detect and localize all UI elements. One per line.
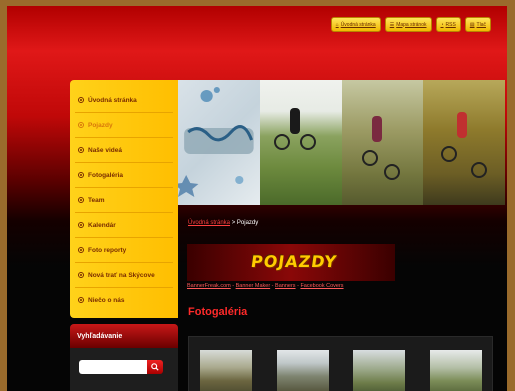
sidebar-item-photo-reports[interactable]: Foto reporty: [75, 238, 173, 263]
bullet-icon: [78, 147, 84, 153]
link-banners[interactable]: Banners: [275, 283, 296, 289]
sidebar-item-about[interactable]: Niečo o nás: [75, 288, 173, 312]
bullet-icon: [78, 172, 84, 178]
sidebar-item-label: Pojazdy: [88, 121, 113, 129]
sidebar-item-label: Team: [88, 196, 105, 204]
top-nav-rss[interactable]: ◔ RSS: [435, 17, 461, 32]
search-input[interactable]: [79, 360, 147, 374]
photo-gallery: [188, 336, 493, 391]
bullet-icon: [78, 97, 84, 103]
breadcrumb-home-link[interactable]: Úvodná stránka: [188, 220, 230, 226]
sidebar-item-videos[interactable]: Naše videá: [75, 138, 173, 163]
top-navigation: ⌂ Úvodná stránka ☰ Mapa stránok ◔ RSS ▤ …: [330, 17, 491, 32]
print-icon: ▤: [469, 21, 475, 28]
bullet-icon: [78, 247, 84, 253]
link-facebook-covers[interactable]: Facebook Covers: [300, 283, 343, 289]
breadcrumb-separator: >: [231, 220, 236, 226]
sidebar-item-label: Fotogaléria: [88, 171, 124, 179]
sidebar-item-label: Naše videá: [88, 146, 122, 154]
sidebar-item-label: Niečo o nás: [88, 296, 125, 304]
sidebar-item-label: Kalendár: [88, 221, 116, 229]
sidebar-item-label: Nová trať na Skýcove: [88, 271, 155, 279]
banner-rider-image-3: [423, 80, 505, 205]
home-icon: ⌂: [335, 21, 339, 28]
outer-frame: ⌂ Úvodná stránka ☰ Mapa stránok ◔ RSS ▤ …: [0, 0, 515, 391]
sidebar-item-label: Úvodná stránka: [88, 96, 137, 104]
bullet-icon: [78, 222, 84, 228]
page: ⌂ Úvodná stránka ☰ Mapa stránok ◔ RSS ▤ …: [7, 6, 507, 391]
sidebar-item-team[interactable]: Team: [75, 188, 173, 213]
top-nav-print[interactable]: ▤ Tlač: [464, 17, 491, 32]
gallery-thumbnail[interactable]: [353, 350, 405, 391]
gallery-thumbnail[interactable]: [277, 350, 329, 391]
search-row: [79, 360, 163, 374]
search-icon: [151, 363, 159, 371]
sidebar-item-gallery[interactable]: Fotogaléria: [75, 163, 173, 188]
gallery-thumbnail[interactable]: [430, 350, 482, 391]
gallery-thumbnail[interactable]: [200, 350, 252, 391]
banner-credit-links: BannerFreak.com - Banner Maker - Banners…: [187, 283, 344, 289]
banner-graffiti-image: [178, 80, 260, 205]
search-button[interactable]: [147, 360, 163, 374]
sidebar-item-home[interactable]: Úvodná stránka: [75, 88, 173, 113]
sidebar-item-pojazdy[interactable]: Pojazdy: [75, 113, 173, 138]
bullet-icon: [78, 272, 84, 278]
breadcrumb-current: Pojazdy: [236, 220, 259, 226]
bullet-icon: [78, 197, 84, 203]
top-nav-label: Úvodná stránka: [340, 21, 376, 28]
top-nav-label: Tlač: [476, 21, 486, 28]
bullet-icon: [78, 122, 84, 128]
page-title: Fotogaléria: [188, 306, 248, 318]
top-nav-label: RSS: [445, 21, 456, 28]
top-nav-home[interactable]: ⌂ Úvodná stránka: [330, 17, 381, 32]
sidebar-item-calendar[interactable]: Kalendár: [75, 213, 173, 238]
banner-rider-image-1: [259, 80, 342, 205]
top-nav-label: Mapa stránok: [396, 21, 427, 28]
link-banner-maker[interactable]: Banner Maker: [236, 283, 271, 289]
header-banner: [178, 80, 505, 205]
search-panel: Vyhľadávanie: [70, 324, 178, 391]
search-title: Vyhľadávanie: [70, 324, 178, 348]
banner-rider-image-2: [341, 80, 424, 205]
sidebar-item-label: Foto reporty: [88, 246, 127, 254]
top-nav-sitemap[interactable]: ☰ Mapa stránok: [384, 17, 432, 32]
link-bannerfreak[interactable]: BannerFreak.com: [187, 283, 231, 289]
sidebar-menu: Úvodná stránka Pojazdy Naše videá Fotoga…: [70, 80, 178, 318]
breadcrumb: Úvodná stránka > Pojazdy: [188, 220, 258, 226]
rss-icon: ◔: [440, 21, 444, 28]
sitemap-icon: ☰: [389, 21, 395, 28]
logo-text: POJAZDY: [249, 252, 339, 271]
sidebar-item-new-track[interactable]: Nová trať na Skýcove: [75, 263, 173, 288]
bullet-icon: [78, 297, 84, 303]
pojazdy-logo-banner: POJAZDY: [187, 244, 395, 281]
